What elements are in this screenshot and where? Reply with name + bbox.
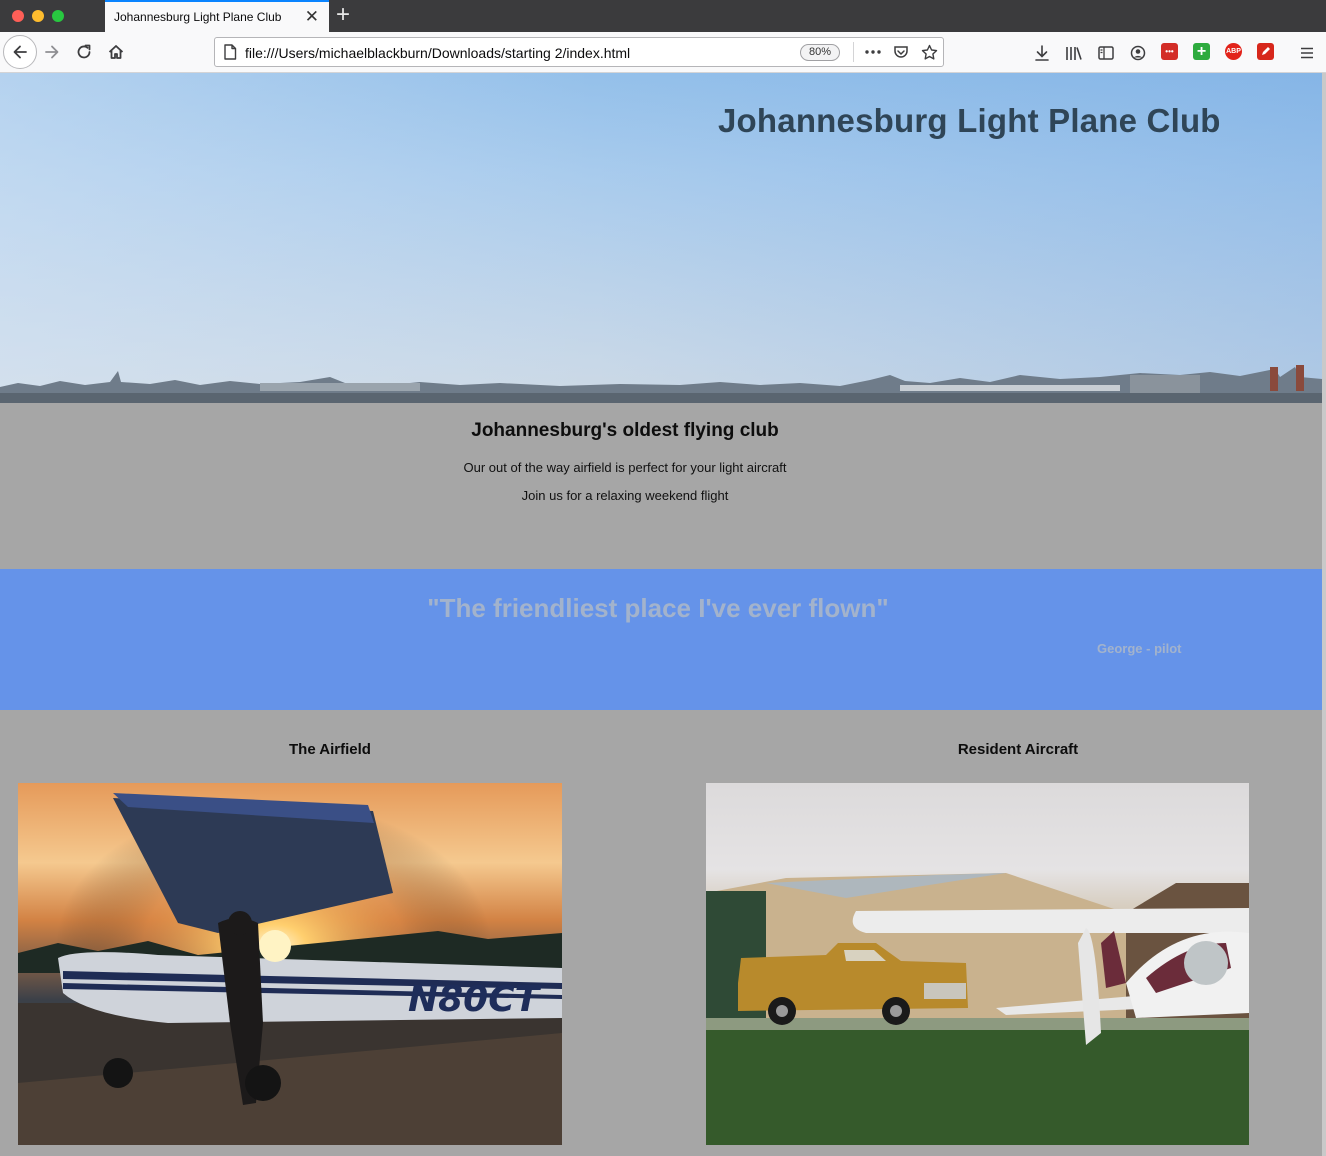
resident-aircraft-photo (706, 783, 1249, 1145)
lastpass-extension-icon[interactable]: ••• (1161, 43, 1178, 60)
tail-number-text: N80CT (408, 979, 542, 1020)
reload-button[interactable] (68, 36, 100, 68)
close-tab-icon[interactable]: ✕ (305, 7, 319, 27)
url-bar[interactable]: file:///Users/michaelblackburn/Downloads… (214, 37, 944, 67)
zoom-window-button[interactable] (52, 10, 64, 22)
testimonial-band: "The friendliest place I've ever flown" … (0, 569, 1322, 710)
hero-banner: Johannesburg Light Plane Club (0, 73, 1322, 403)
pen-extension-icon[interactable] (1257, 43, 1274, 60)
page-actions-icon[interactable] (862, 41, 884, 63)
browser-navbar: file:///Users/michaelblackburn/Downloads… (0, 32, 1326, 73)
browser-titlebar: Johannesburg Light Plane Club ✕ + (0, 0, 1326, 32)
page-info-icon[interactable] (219, 41, 241, 63)
intro-text-join: Join us for a relaxing weekend flight (521, 488, 729, 503)
urlbar-divider (853, 42, 854, 62)
web-page: Johannesburg Light Plane Club Johannesbu… (0, 73, 1322, 1156)
intro-heading: Johannesburg's oldest flying club (471, 420, 779, 441)
bookmark-star-icon[interactable] (918, 41, 940, 63)
biplane-and-truck-image (706, 873, 1249, 1145)
testimonial-quote: "The friendliest place I've ever flown" (427, 593, 889, 623)
airfield-photo: N80CT (18, 783, 562, 1145)
reload-icon (77, 44, 91, 59)
menu-hamburger-icon[interactable] (1295, 41, 1319, 65)
sunset-cessna-image: N80CT (18, 783, 562, 1145)
add-extension-icon[interactable]: + (1193, 43, 1210, 60)
back-arrow-icon (13, 45, 27, 59)
resident-aircraft-heading: Resident Aircraft (957, 741, 1079, 758)
forward-arrow-icon (45, 45, 59, 59)
sidebar-toggle-icon[interactable] (1094, 41, 1118, 65)
minimize-window-button[interactable] (32, 10, 44, 22)
adblock-plus-icon[interactable]: ABP (1225, 43, 1242, 60)
browser-tab[interactable]: Johannesburg Light Plane Club ✕ (105, 0, 329, 32)
back-button[interactable] (3, 35, 37, 69)
testimonial-author: George - pilot (1097, 641, 1182, 656)
airport-horizon-image (0, 365, 1322, 403)
new-tab-button[interactable]: + (336, 1, 350, 29)
intro-section: Johannesburg's oldest flying club Our ou… (0, 403, 1322, 569)
airfield-heading: The Airfield (289, 741, 371, 758)
close-window-button[interactable] (12, 10, 24, 22)
intro-text-airfield: Our out of the way airfield is perfect f… (463, 460, 787, 475)
url-text[interactable]: file:///Users/michaelblackburn/Downloads… (245, 45, 630, 61)
home-icon (108, 45, 124, 59)
downloads-icon[interactable] (1030, 41, 1054, 65)
pocket-icon[interactable] (890, 41, 912, 63)
home-button[interactable] (100, 36, 132, 68)
zoom-level-badge[interactable]: 80% (800, 44, 841, 61)
page-scrollbar[interactable] (1322, 73, 1326, 1156)
hero-title: Johannesburg Light Plane Club (718, 102, 1221, 139)
account-icon[interactable] (1126, 41, 1150, 65)
library-icon[interactable] (1062, 41, 1086, 65)
tab-title: Johannesburg Light Plane Club (114, 10, 282, 24)
forward-button[interactable] (36, 36, 68, 68)
